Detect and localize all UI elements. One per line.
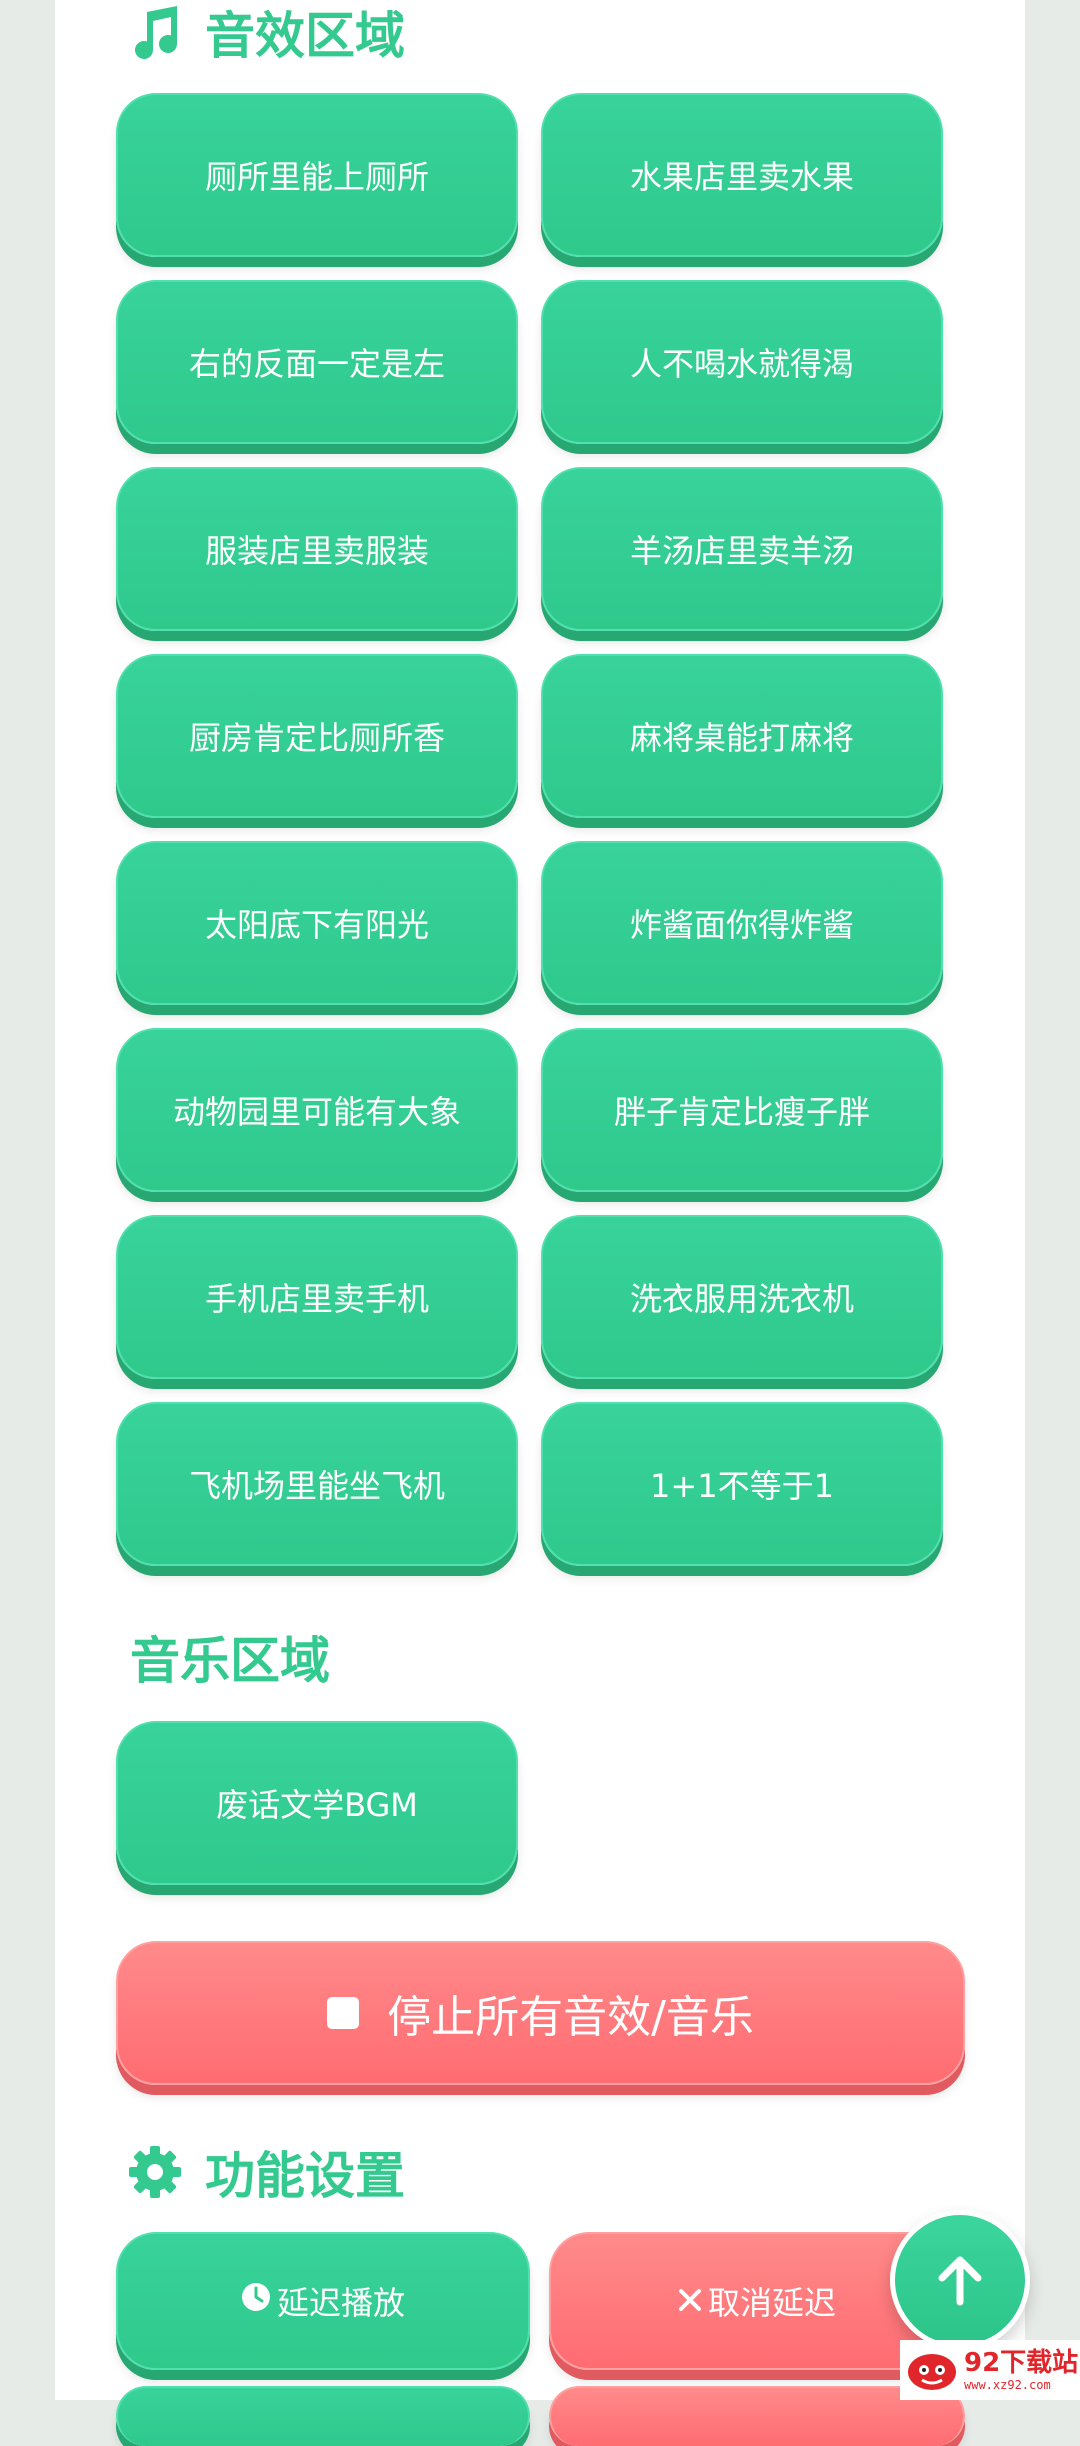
sound-button[interactable]: 厨房肯定比厕所香 <box>116 654 518 818</box>
music-section-title: 音乐区域 <box>130 1625 330 1690</box>
sound-button-label: 动物园里可能有大象 <box>172 1093 461 1131</box>
sound-button-label: 厕所里能上厕所 <box>204 158 429 196</box>
sound-button-label: 胖子肯定比瘦子胖 <box>613 1093 870 1131</box>
stop-all-button[interactable]: 停止所有音效/音乐 <box>116 1941 965 2085</box>
sound-button-label: 水果店里卖水果 <box>629 158 854 196</box>
sound-button[interactable]: 胖子肯定比瘦子胖 <box>541 1028 943 1192</box>
sound-button[interactable]: 右的反面一定是左 <box>116 280 518 444</box>
sound-button[interactable]: 服装店里卖服装 <box>116 467 518 631</box>
settings-section-label: 功能设置 <box>205 2147 405 2205</box>
sound-section-label: 音效区域 <box>205 7 405 65</box>
sound-button-label: 人不喝水就得渴 <box>629 345 854 383</box>
sound-button-label: 手机店里卖手机 <box>204 1280 429 1318</box>
gear-icon <box>127 2144 183 2200</box>
sound-button[interactable]: 麻将桌能打麻将 <box>541 654 943 818</box>
watermark-name: 92下载站 <box>964 2347 1079 2378</box>
sound-button[interactable]: 水果店里卖水果 <box>541 93 943 257</box>
sound-button[interactable]: 太阳底下有阳光 <box>116 841 518 1005</box>
settings-section-title: 功能设置 <box>127 2140 405 2205</box>
music-button-bgm[interactable]: 废话文学BGM <box>116 1721 518 1885</box>
sound-button[interactable]: 洗衣服用洗衣机 <box>541 1215 943 1379</box>
watermark-url: www.xz92.com <box>964 2377 1051 2392</box>
sound-button[interactable]: 动物园里可能有大象 <box>116 1028 518 1192</box>
watermark: 92下载站 www.xz92.com <box>900 2340 1080 2400</box>
music-section-label: 音乐区域 <box>130 1632 330 1690</box>
sound-button-label: 麻将桌能打麻将 <box>629 719 854 757</box>
sound-button[interactable]: 人不喝水就得渴 <box>541 280 943 444</box>
stop-all-label: 停止所有音效/音乐 <box>387 1992 754 2043</box>
sound-button-label: 炸酱面你得炸酱 <box>629 906 854 944</box>
stop-square-icon <box>327 1997 360 2029</box>
delay-play-label: 延迟播放 <box>276 2284 405 2322</box>
scroll-top-button[interactable] <box>890 2210 1030 2350</box>
watermark-logo-icon <box>906 2348 958 2392</box>
close-icon <box>678 2282 702 2320</box>
sound-button[interactable]: 炸酱面你得炸酱 <box>541 841 943 1005</box>
sound-button-label: 1+1不等于1 <box>650 1467 834 1505</box>
clock-icon <box>241 2282 271 2320</box>
sound-button[interactable]: 手机店里卖手机 <box>116 1215 518 1379</box>
sound-button-label: 厨房肯定比厕所香 <box>188 719 445 757</box>
sound-section-title: 音效区域 <box>127 0 405 65</box>
settings-button-partial-left[interactable] <box>116 2386 530 2446</box>
music-note-icon <box>127 4 183 60</box>
sound-button-label: 飞机场里能坐飞机 <box>188 1467 445 1505</box>
cancel-delay-label: 取消延迟 <box>707 2284 836 2322</box>
sound-button[interactable]: 1+1不等于1 <box>541 1402 943 1566</box>
sound-button[interactable]: 飞机场里能坐飞机 <box>116 1402 518 1566</box>
sound-button-label: 羊汤店里卖羊汤 <box>629 532 854 570</box>
sound-button-label: 洗衣服用洗衣机 <box>629 1280 854 1318</box>
sound-button-label: 太阳底下有阳光 <box>204 906 429 944</box>
sound-button[interactable]: 厕所里能上厕所 <box>116 93 518 257</box>
delay-play-button[interactable]: 延迟播放 <box>116 2232 530 2370</box>
sound-button-label: 右的反面一定是左 <box>188 345 445 383</box>
arrow-up-icon <box>938 2256 982 2306</box>
sound-button-label: 服装店里卖服装 <box>204 532 429 570</box>
sound-button[interactable]: 羊汤店里卖羊汤 <box>541 467 943 631</box>
music-button-label: 废话文学BGM <box>216 1786 418 1824</box>
